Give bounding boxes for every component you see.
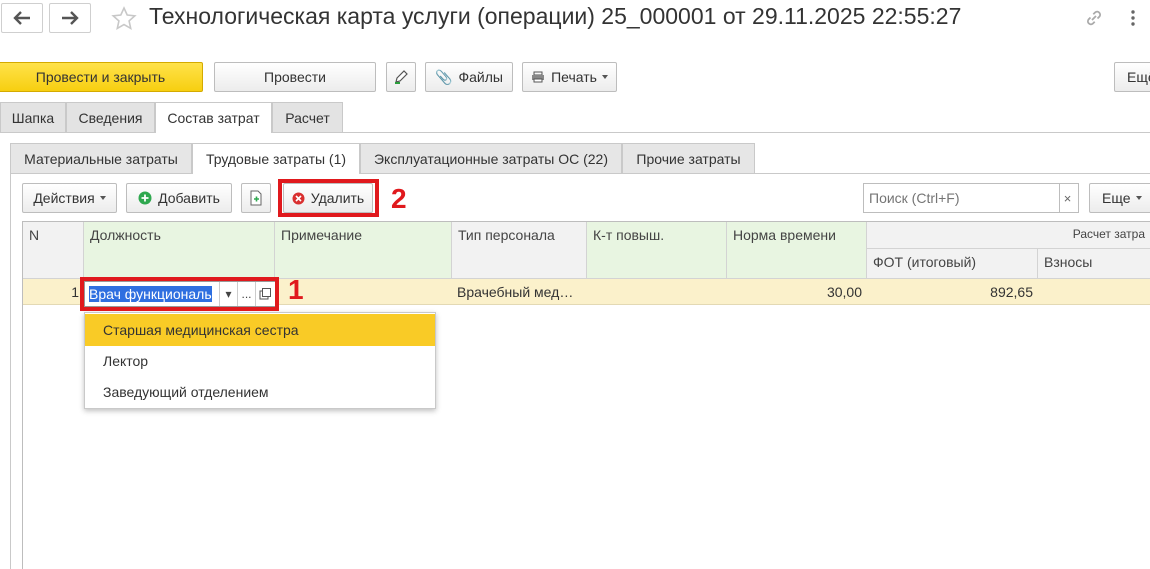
cell-fot: 892,65 <box>990 284 1033 300</box>
copy-row-button[interactable] <box>241 183 271 213</box>
add-label: Добавить <box>158 190 220 206</box>
chevron-down-icon <box>601 75 608 79</box>
more-label: Ещё <box>1127 69 1150 85</box>
files-button[interactable]: 📎 Файлы <box>425 62 513 92</box>
files-label: Файлы <box>458 69 503 85</box>
column-header-n[interactable]: N <box>23 222 84 279</box>
post-label: Провести <box>264 69 326 85</box>
star-icon[interactable] <box>111 6 137 32</box>
subtab-label: Эксплуатационные затраты ОС (22) <box>373 150 608 167</box>
column-header-position[interactable]: Должность <box>84 222 275 279</box>
window-title: Технологическая карта услуги (операции) … <box>149 3 962 29</box>
column-header-time-norm[interactable]: Норма времени <box>727 222 867 279</box>
subtab-labor-costs[interactable]: Трудовые затраты (1) <box>192 143 360 174</box>
post-button[interactable]: Провести <box>214 62 376 92</box>
column-header-coefficient[interactable]: К-т повыш. <box>587 222 727 279</box>
edit-pencil-button[interactable] <box>386 62 416 92</box>
print-label: Печать <box>551 69 597 85</box>
column-header-staff-type[interactable]: Тип персонала <box>452 222 587 279</box>
table-more-label: Еще <box>1102 190 1131 206</box>
dropdown-option[interactable]: Заведующий отделением <box>85 376 435 408</box>
plus-circle-icon <box>138 191 152 205</box>
annotation-label-2: 2 <box>391 183 407 214</box>
add-button[interactable]: Добавить <box>126 183 232 213</box>
tab-label: Шапка <box>11 109 55 126</box>
cell-time-norm: 30,00 <box>826 284 862 300</box>
tab-header[interactable]: Шапка <box>0 102 66 132</box>
content-border <box>10 173 11 569</box>
tab-label: Расчет <box>285 109 330 126</box>
subtab-other-costs[interactable]: Прочие затраты <box>622 143 755 173</box>
print-button[interactable]: Печать <box>522 62 617 92</box>
copy-icon <box>250 190 262 206</box>
actions-button[interactable]: Действия <box>22 183 117 213</box>
annotation-label-1: 1 <box>288 274 304 305</box>
annotation-box-2 <box>278 179 379 217</box>
arrow-right-icon <box>62 11 79 25</box>
header-label: Примечание <box>281 227 363 243</box>
header-label: Должность <box>90 227 161 243</box>
search-field[interactable]: × <box>863 183 1079 213</box>
header-label: К-т повыш. <box>593 227 665 243</box>
header-label: Расчет затра <box>1072 227 1145 241</box>
column-header-fot[interactable]: ФОТ (итоговый) <box>867 249 1038 279</box>
printer-icon <box>532 71 545 83</box>
post-and-close-button[interactable]: Провести и закрыть <box>0 62 203 92</box>
cell-n: 1 <box>71 284 79 300</box>
subtab-label: Трудовые затраты (1) <box>205 151 347 167</box>
subtab-operating-costs[interactable]: Эксплуатационные затраты ОС (22) <box>360 143 622 173</box>
cell-coefficient <box>587 279 727 305</box>
vertical-dots-icon[interactable] <box>1128 8 1138 28</box>
tab-label: Состав затрат <box>167 110 260 126</box>
post-and-close-label: Провести и закрыть <box>35 69 166 85</box>
table-more-button[interactable]: Еще <box>1089 183 1150 213</box>
header-label: Взносы <box>1044 254 1093 270</box>
dropdown-option[interactable]: Старшая медицинская сестра <box>85 314 435 346</box>
link-icon[interactable] <box>1083 7 1105 29</box>
header-label: ФОТ (итоговый) <box>873 254 977 270</box>
forward-button[interactable] <box>49 3 91 33</box>
tab-cost-composition[interactable]: Состав затрат <box>155 102 272 133</box>
cell-contributions <box>1038 279 1150 305</box>
clear-search-button[interactable]: × <box>1059 184 1075 212</box>
cell-staff-type: Врачебный мед… <box>457 284 574 300</box>
column-header-note[interactable]: Примечание <box>275 222 452 279</box>
header-label: Тип персонала <box>458 227 555 243</box>
more-button[interactable]: Ещё <box>1114 62 1150 92</box>
subtab-material-costs[interactable]: Материальные затраты <box>10 143 192 173</box>
chevron-down-icon <box>1135 196 1142 200</box>
tab-label: Сведения <box>78 109 143 126</box>
header-label: N <box>29 227 40 243</box>
back-button[interactable] <box>1 3 43 33</box>
chevron-down-icon <box>99 196 106 200</box>
column-header-contributions[interactable]: Взносы <box>1038 249 1150 279</box>
tab-calculation[interactable]: Расчет <box>272 102 343 132</box>
pencil-icon <box>395 70 408 84</box>
search-input[interactable] <box>864 185 1059 211</box>
header-label: Норма времени <box>733 227 836 243</box>
subtab-label: Прочие затраты <box>636 150 741 167</box>
column-group-header: Расчет затра <box>867 222 1150 249</box>
dropdown-option[interactable]: Лектор <box>85 345 435 377</box>
actions-label: Действия <box>33 190 95 206</box>
paperclip-icon: 📎 <box>435 68 453 85</box>
subtab-label: Материальные затраты <box>24 150 178 167</box>
position-dropdown-list: Старшая медицинская сестра Лектор Заведу… <box>84 312 436 409</box>
tab-details[interactable]: Сведения <box>66 102 155 132</box>
subtabs-divider <box>10 173 1150 174</box>
arrow-left-icon <box>13 11 30 25</box>
annotation-box-1 <box>80 277 279 311</box>
